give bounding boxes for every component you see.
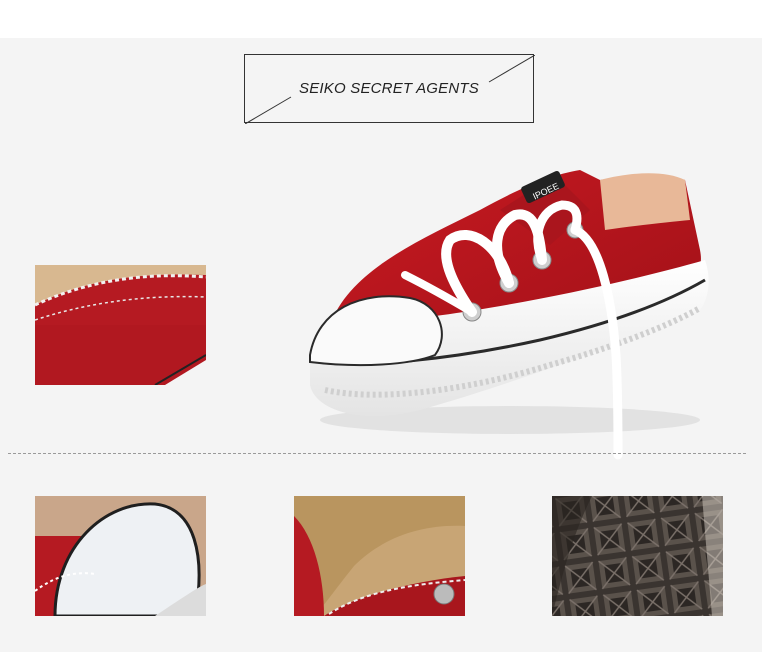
- main-shoe-photo: IPOEE: [300, 150, 720, 460]
- section-divider: [8, 453, 746, 454]
- detail-photo-toe-cap: [35, 496, 206, 616]
- detail-photo-canvas-edge: [35, 265, 206, 385]
- page-title: SEIKO SECRET AGENTS: [299, 80, 479, 97]
- title-box: SEIKO SECRET AGENTS: [244, 54, 535, 124]
- detail-photo-sole-tread: [552, 496, 723, 616]
- detail-photo-inner-lining: [294, 496, 465, 616]
